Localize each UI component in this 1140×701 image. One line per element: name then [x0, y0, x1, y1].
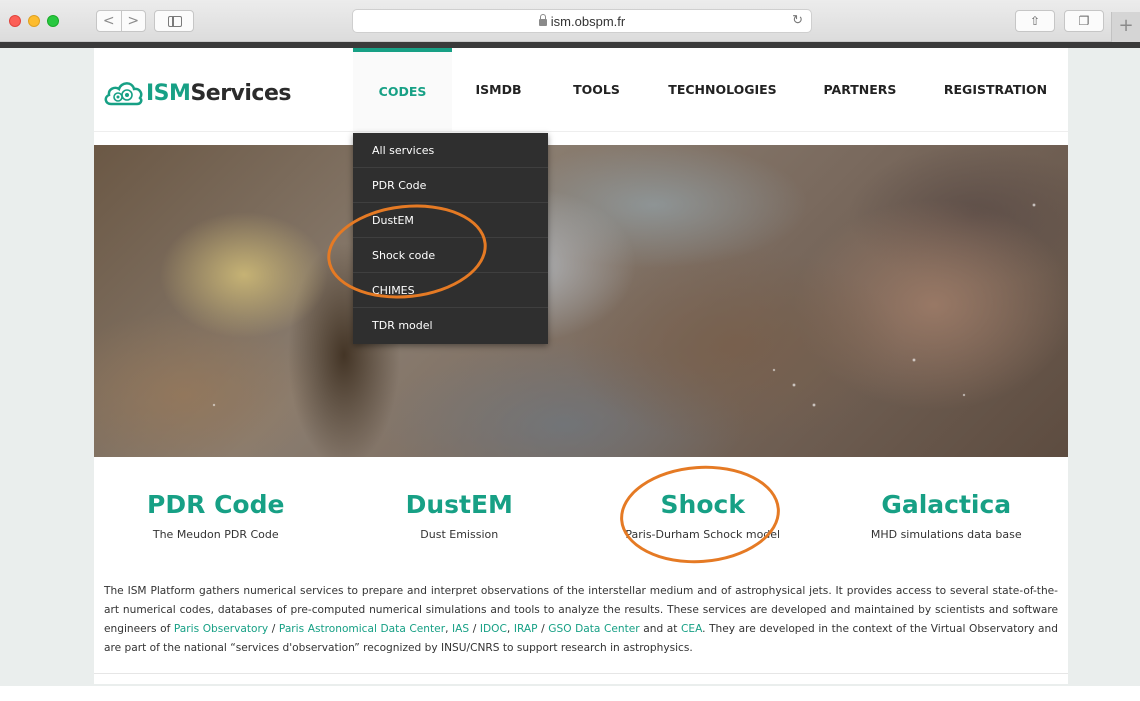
lock-icon: [538, 13, 547, 26]
nav-partners[interactable]: PARTNERS: [797, 48, 923, 131]
url-text: ism.obspm.fr: [550, 13, 626, 29]
nav-codes[interactable]: CODES: [353, 48, 452, 131]
browser-toolbar: < > ism.obspm.fr ↻ ⇧ ❐ +: [0, 0, 1140, 42]
close-window-icon[interactable]: [9, 15, 21, 27]
share-button[interactable]: ⇧: [1015, 10, 1055, 32]
feature-subtitle: MHD simulations data base: [870, 528, 1022, 541]
link-cea[interactable]: CEA: [681, 623, 702, 635]
sidebar-icon: [168, 16, 182, 27]
link-gso-data-center[interactable]: GSO Data Center: [548, 623, 639, 635]
cloud-logo-icon: [104, 82, 143, 106]
reload-icon[interactable]: ↻: [792, 12, 803, 28]
nebula-hero-image: [94, 145, 1068, 457]
new-tab-button[interactable]: +: [1111, 12, 1140, 42]
feature-title-pdr-code[interactable]: PDR Code: [94, 488, 338, 522]
history-buttons: < >: [96, 10, 146, 32]
link-idoc[interactable]: IDOC: [480, 623, 507, 635]
address-bar[interactable]: ism.obspm.fr ↻: [352, 9, 812, 33]
site-logo[interactable]: ISMServices: [102, 78, 291, 108]
link-paris-observatory[interactable]: Paris Observatory: [174, 623, 268, 635]
feature-cards: PDR Code The Meudon PDR Code DustEM Dust…: [94, 488, 1068, 541]
feature-card: DustEM Dust Emission: [338, 488, 582, 541]
platform-description: The ISM Platform gathers numerical servi…: [104, 585, 1058, 654]
feature-card: PDR Code The Meudon PDR Code: [94, 488, 338, 541]
nav-ismdb[interactable]: ISMDB: [452, 48, 545, 131]
maximize-window-icon[interactable]: [47, 15, 59, 27]
link-ias[interactable]: IAS: [452, 623, 469, 635]
forward-button[interactable]: >: [120, 11, 146, 31]
logo-wordmark: ISMServices: [146, 80, 291, 106]
menu-item-all-services[interactable]: All services: [353, 133, 548, 168]
content-divider: [94, 673, 1068, 674]
feature-card: Galactica MHD simulations data base: [825, 488, 1069, 541]
link-irap[interactable]: IRAP: [514, 623, 538, 635]
nav-tools[interactable]: TOOLS: [545, 48, 648, 131]
feature-title-galactica[interactable]: Galactica: [825, 488, 1069, 522]
link-paris-astronomical-data-center[interactable]: Paris Astronomical Data Center: [279, 623, 445, 635]
site-container: ISMServices CODES ISMDB TOOLS TECHNOLOGI…: [94, 48, 1068, 684]
back-button[interactable]: <: [97, 11, 121, 31]
menu-item-pdr-code[interactable]: PDR Code: [353, 168, 548, 203]
header-divider: [94, 131, 1068, 132]
minimize-window-icon[interactable]: [28, 15, 40, 27]
nav-technologies[interactable]: TECHNOLOGIES: [648, 48, 797, 131]
feature-title-dustem[interactable]: DustEM: [338, 488, 582, 522]
menu-item-tdr-model[interactable]: TDR model: [353, 308, 548, 344]
feature-subtitle: Dust Emission: [420, 528, 499, 541]
page-footer-area: [0, 686, 1140, 701]
nav-registration[interactable]: REGISTRATION: [923, 48, 1068, 131]
main-nav: CODES ISMDB TOOLS TECHNOLOGIES PARTNERS …: [353, 48, 1068, 131]
sidebar-toggle-button[interactable]: [154, 10, 194, 32]
feature-subtitle: The Meudon PDR Code: [152, 528, 279, 541]
tab-overview-button[interactable]: ❐: [1064, 10, 1104, 32]
